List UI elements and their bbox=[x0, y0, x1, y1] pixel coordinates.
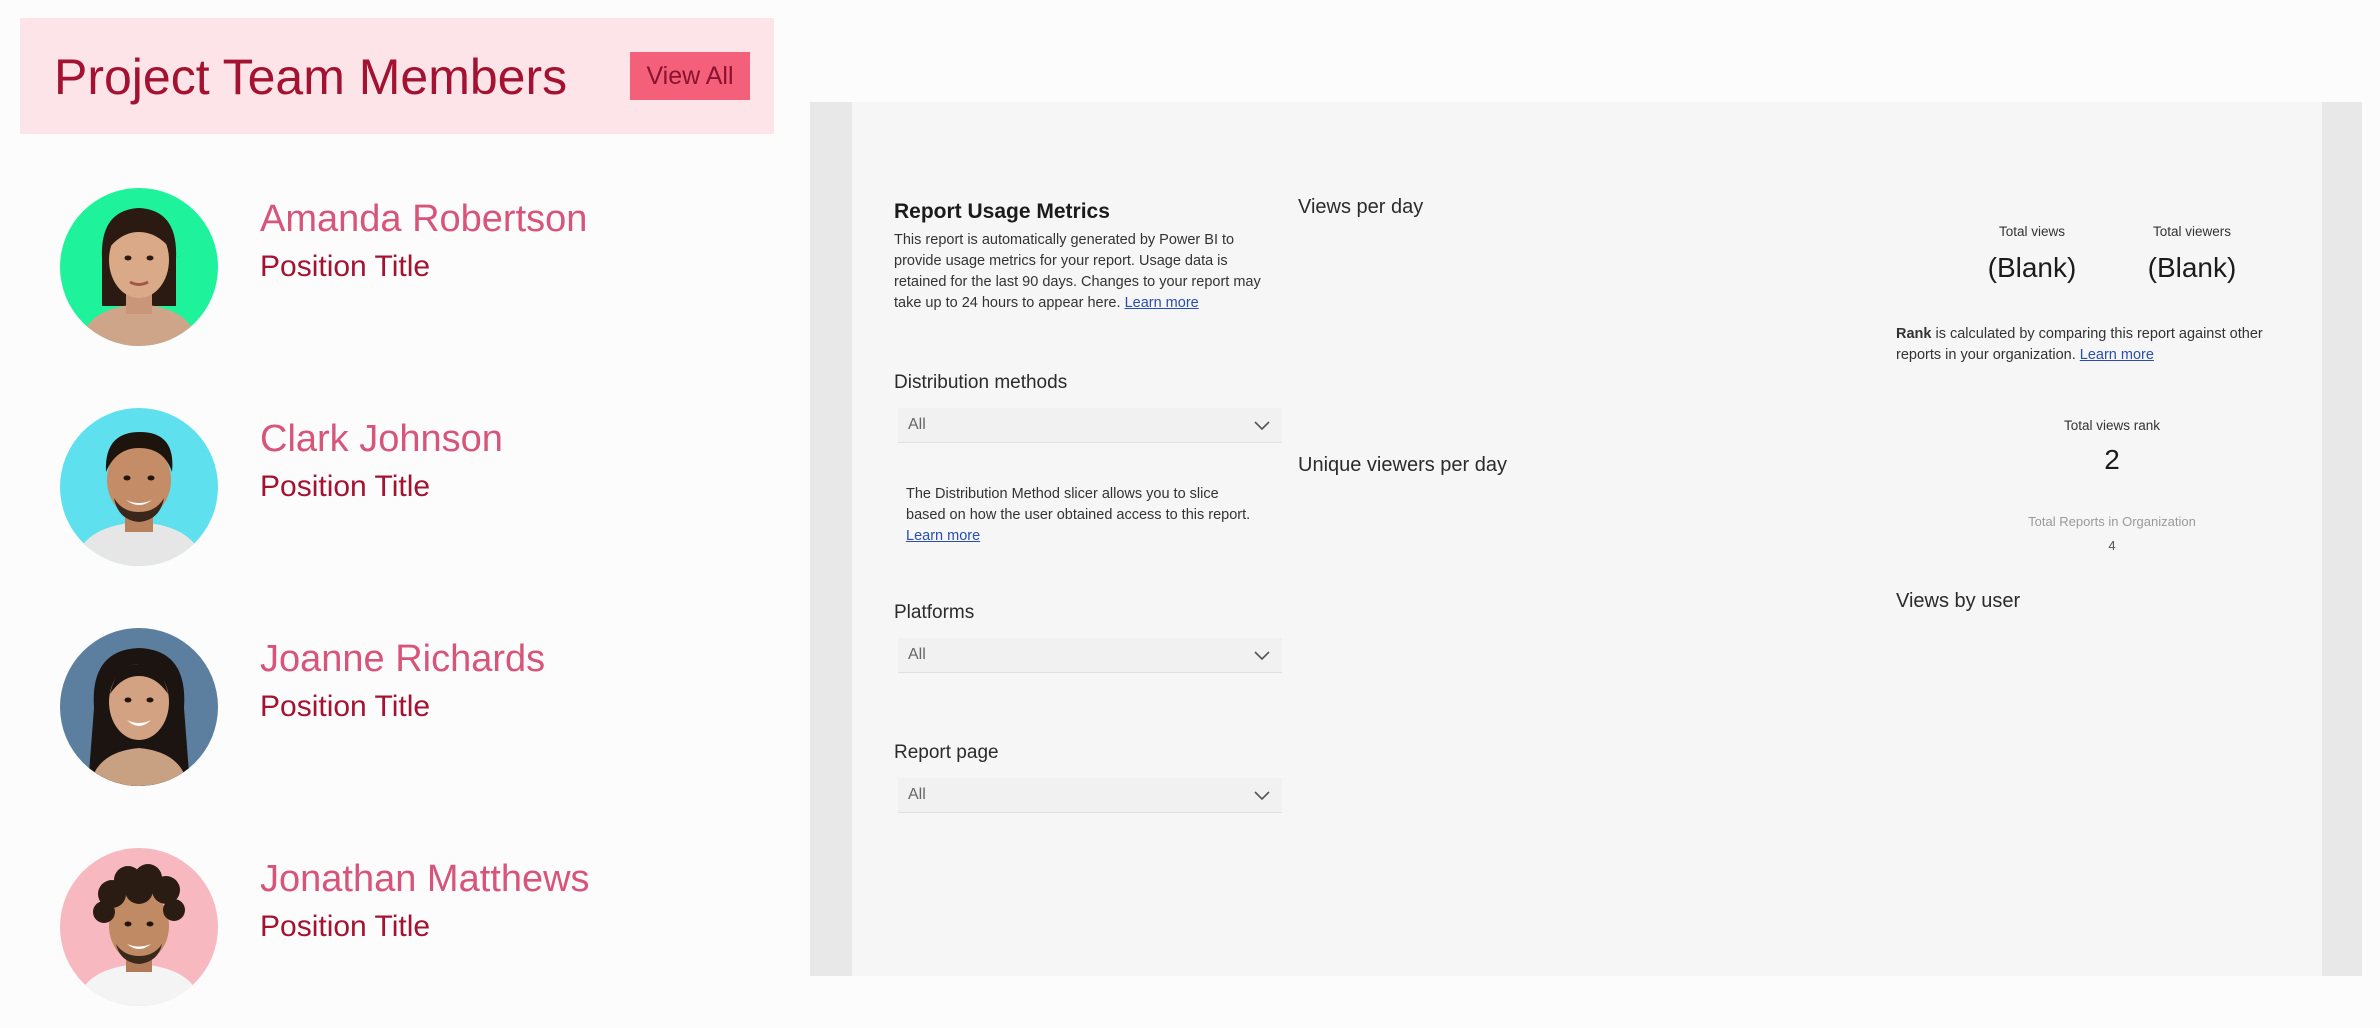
person-icon bbox=[60, 408, 218, 566]
distribution-methods-dropdown[interactable]: All bbox=[898, 408, 1282, 443]
report-canvas: Report Usage Metrics This report is auto… bbox=[852, 102, 2322, 976]
learn-more-link[interactable]: Learn more bbox=[906, 528, 980, 544]
report-page-dropdown[interactable]: All bbox=[898, 778, 1282, 813]
rank-note: Rank is calculated by comparing this rep… bbox=[1896, 324, 2276, 366]
avatar bbox=[60, 628, 218, 786]
power-bi-report-frame: Report Usage Metrics This report is auto… bbox=[810, 102, 2362, 976]
member-name[interactable]: Amanda Robertson bbox=[260, 198, 587, 241]
rank-note-bold: Rank bbox=[1896, 326, 1932, 342]
chevron-down-icon bbox=[1254, 651, 1270, 661]
learn-more-link[interactable]: Learn more bbox=[1125, 295, 1199, 311]
report-title: Report Usage Metrics bbox=[894, 200, 1110, 223]
dropdown-value: All bbox=[908, 416, 926, 433]
dropdown-value: All bbox=[908, 646, 926, 663]
team-member-card[interactable]: Jonathan Matthews Position Title bbox=[60, 848, 760, 1008]
total-viewers-label: Total viewers bbox=[2152, 224, 2232, 239]
distribution-methods-label: Distribution methods bbox=[894, 372, 1068, 393]
platforms-dropdown[interactable]: All bbox=[898, 638, 1282, 673]
total-viewers-value: (Blank) bbox=[2147, 252, 2237, 283]
team-header: Project Team Members View All bbox=[20, 18, 774, 134]
chevron-down-icon bbox=[1254, 791, 1270, 801]
member-name[interactable]: Clark Johnson bbox=[260, 418, 503, 461]
member-name[interactable]: Joanne Richards bbox=[260, 638, 545, 681]
view-all-button[interactable]: View All bbox=[630, 52, 750, 100]
team-member-card[interactable]: Clark Johnson Position Title bbox=[60, 408, 760, 568]
report-page-label: Report page bbox=[894, 742, 999, 763]
member-position: Position Title bbox=[260, 690, 431, 723]
avatar bbox=[60, 188, 218, 346]
learn-more-link[interactable]: Learn more bbox=[2080, 347, 2154, 363]
avatar bbox=[60, 848, 218, 1006]
report-description: This report is automatically generated b… bbox=[894, 230, 1264, 314]
report-description-text: This report is automatically generated b… bbox=[894, 232, 1261, 311]
distribution-note-text: The Distribution Method slicer allows yo… bbox=[906, 486, 1251, 523]
total-views-label: Total views bbox=[1998, 224, 2066, 239]
member-name[interactable]: Jonathan Matthews bbox=[260, 858, 590, 901]
total-reports-value: 4 bbox=[2108, 538, 2116, 553]
person-icon bbox=[60, 628, 218, 786]
team-member-card[interactable]: Joanne Richards Position Title bbox=[60, 628, 760, 788]
person-icon bbox=[60, 848, 218, 1006]
team-member-card[interactable]: Amanda Robertson Position Title bbox=[60, 188, 760, 348]
platforms-label: Platforms bbox=[894, 602, 975, 623]
views-by-user-title: Views by user bbox=[1896, 590, 2021, 612]
avatar bbox=[60, 408, 218, 566]
total-views-rank-label: Total views rank bbox=[2063, 418, 2161, 433]
person-icon bbox=[60, 188, 218, 346]
team-members-panel: Project Team Members View All Amanda Rob… bbox=[0, 0, 790, 1028]
team-title: Project Team Members bbox=[54, 49, 568, 105]
total-views-value: (Blank) bbox=[1987, 252, 2077, 283]
total-reports-label: Total Reports in Organization bbox=[2028, 514, 2196, 529]
views-per-day-title: Views per day bbox=[1298, 196, 1424, 218]
chevron-down-icon bbox=[1254, 421, 1270, 431]
member-position: Position Title bbox=[260, 250, 431, 283]
member-position: Position Title bbox=[260, 470, 431, 503]
total-views-rank-value: 2 bbox=[2104, 444, 2120, 475]
distribution-note: The Distribution Method slicer allows yo… bbox=[906, 484, 1256, 547]
unique-viewers-per-day-title: Unique viewers per day bbox=[1298, 454, 1507, 476]
dropdown-value: All bbox=[908, 786, 926, 803]
member-position: Position Title bbox=[260, 910, 431, 943]
